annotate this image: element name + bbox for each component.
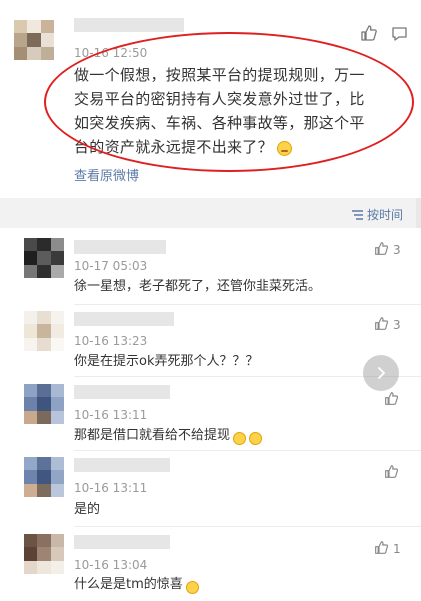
laugh-cry-emoji-icon: laugh-cry-emoji [233,432,247,445]
comment-icon[interactable] [391,26,408,46]
like-count: 3 [393,243,401,257]
comment-time: 10-16 13:04 [74,558,148,572]
comment-text: 那都是借口就看给不给提现laugh-cry-emojilaugh-cry-emo… [74,428,263,445]
comment-time: 10-16 13:11 [74,408,148,422]
avatar[interactable] [24,311,64,351]
comment-text: 徐一星想，老子都死了，还管你韭菜死活。 [74,279,322,294]
thumbs-up-icon[interactable] [374,241,389,260]
like-count: 3 [393,318,401,332]
comment-text-body: 那都是借口就看给不给提现 [74,428,231,443]
avatar[interactable] [14,20,54,60]
comment-time: 10-16 13:23 [74,334,148,348]
avatar[interactable] [24,384,64,424]
divider [74,450,421,451]
like-count: 1 [393,542,401,556]
divider [74,304,421,305]
post-time: 10-16 12:50 [74,46,148,60]
slight-smile-emoji-icon: slight-smile-emoji [185,581,199,594]
comment-time: 10-16 13:11 [74,481,148,495]
username-blurred[interactable] [74,312,174,326]
avatar[interactable] [24,457,64,497]
sort-label: 按时间 [366,208,403,222]
sort-lines-icon [351,209,363,220]
view-original-link[interactable]: 查看原微博 [74,165,139,184]
laugh-cry-emoji-icon: laugh-cry-emoji [249,432,263,445]
comment-time: 10-17 05:03 [74,259,148,273]
comment-text: 什么是是tm的惊喜slight-smile-emoji [74,577,199,594]
thumbs-up-icon[interactable] [374,316,389,335]
username-blurred[interactable] [74,385,170,399]
comments-list: 10-17 05:03 3 徐一星想，老子都死了，还管你韭菜死活。 10-16 … [0,228,421,601]
avatar[interactable] [24,534,64,574]
username-blurred[interactable] [74,18,184,32]
comment-text: 你是在提示ok弄死那个人？？？ [74,354,259,369]
post-text-body: 做一个假想，按照某平台的提现规则，万一交易平台的密钥持有人突发意外过世了，比如突… [74,66,365,156]
post-text: 做一个假想，按照某平台的提现规则，万一交易平台的密钥持有人突发意外过世了，比如突… [74,63,374,159]
sort-bar: 按时间 [0,206,421,226]
username-blurred[interactable] [74,458,170,472]
chevron-right-icon [378,367,385,379]
thumbs-up-icon[interactable] [374,540,389,559]
username-blurred[interactable] [74,240,166,254]
thumbs-up-icon[interactable] [360,24,378,46]
thumbs-up-icon[interactable] [384,391,399,410]
sort-by-time-button[interactable]: 按时间 [351,206,403,223]
comment-text: 是的 [74,502,101,517]
avatar[interactable] [24,238,64,278]
sweat-smile-emoji-icon: sweat-smile-emoji [276,141,292,156]
divider [74,526,421,527]
next-arrow-button[interactable] [363,355,399,391]
username-blurred[interactable] [74,535,170,549]
main-post-card: 10-16 12:50 做一个假想，按照某平台的提现规则，万一交易平台的密钥持有… [0,0,421,198]
comment-text-body: 什么是是tm的惊喜 [74,577,183,592]
thumbs-up-icon[interactable] [384,464,399,483]
